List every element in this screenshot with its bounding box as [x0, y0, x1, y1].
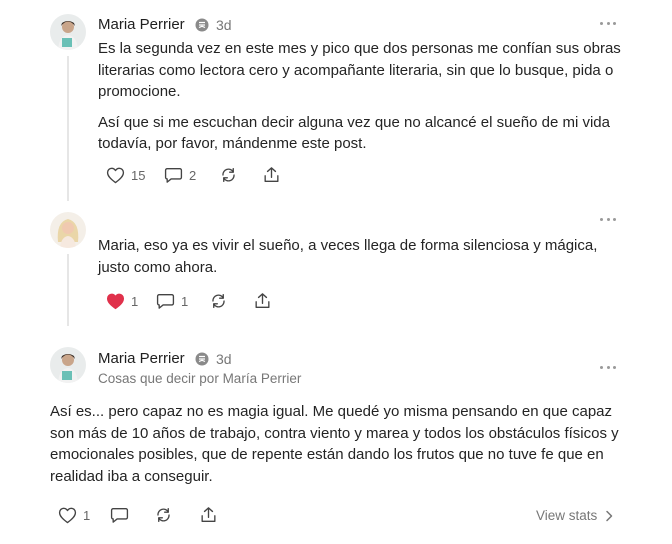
comment-paragraph: Maria, eso ya es vivir el sueño, a veces…: [98, 237, 598, 276]
reply-count: 1: [181, 293, 189, 309]
reply-button[interactable]: 1: [156, 292, 188, 310]
chevron-right-icon: [597, 510, 613, 522]
comment-author[interactable]: Maria Perrier: [98, 350, 185, 367]
comment-paragraph: Es la segunda vez en este mes y pico que…: [98, 40, 621, 100]
reply-button[interactable]: [110, 506, 129, 524]
more-dots-icon[interactable]: [600, 366, 616, 370]
share-button[interactable]: [262, 166, 281, 184]
more-dots-icon[interactable]: [600, 218, 616, 222]
avatar-replier[interactable]: [50, 212, 86, 248]
like-count: 1: [83, 507, 91, 523]
more-dots-icon[interactable]: [600, 22, 616, 26]
comment-body: Así es... pero capaz no es magia igual. …: [50, 401, 630, 487]
restack-button[interactable]: [154, 506, 173, 524]
comment-bubble-icon: [156, 292, 175, 310]
restack-button[interactable]: [209, 292, 228, 310]
comment-bubble-icon: [110, 506, 129, 524]
comment-timestamp[interactable]: 3d: [216, 17, 232, 33]
comment-paragraph: Así que si me escuchan decir alguna vez …: [98, 113, 610, 153]
share-button[interactable]: [199, 506, 218, 524]
like-button[interactable]: 1: [106, 292, 138, 310]
like-button[interactable]: 15: [106, 166, 145, 184]
comment-body: Es la segunda vez en este mes y pico que…: [98, 38, 628, 155]
avatar-maria-perrier[interactable]: [50, 14, 86, 50]
view-stats-link[interactable]: View stats: [536, 508, 613, 523]
restack-icon: [219, 166, 238, 184]
heart-filled-icon: [106, 292, 125, 310]
reply-count: 2: [189, 167, 197, 183]
thread-line: [67, 56, 69, 201]
share-button[interactable]: [253, 292, 272, 310]
subscriber-badge-icon: [195, 352, 209, 366]
avatar-maria-perrier[interactable]: [50, 347, 86, 383]
like-button[interactable]: 1: [58, 506, 90, 524]
share-icon: [199, 506, 218, 524]
heart-icon: [58, 506, 77, 524]
publication-name[interactable]: Cosas que decir por María Perrier: [98, 371, 301, 386]
view-stats-label: View stats: [536, 508, 598, 523]
like-count: 1: [131, 293, 139, 309]
thread-line: [67, 254, 69, 326]
heart-icon: [106, 166, 125, 184]
share-icon: [262, 166, 281, 184]
comment-timestamp[interactable]: 3d: [216, 351, 232, 367]
subscriber-badge-icon: [195, 18, 209, 32]
like-count: 15: [131, 167, 146, 183]
comment-author[interactable]: Maria Perrier: [98, 16, 185, 33]
restack-button[interactable]: [219, 166, 238, 184]
restack-icon: [154, 506, 173, 524]
comment-paragraph: Así es... pero capaz no es magia igual. …: [50, 403, 619, 485]
restack-icon: [209, 292, 228, 310]
comment-body: Maria, eso ya es vivir el sueño, a veces…: [98, 235, 628, 278]
share-icon: [253, 292, 272, 310]
reply-button[interactable]: 2: [164, 166, 196, 184]
comment-bubble-icon: [164, 166, 183, 184]
